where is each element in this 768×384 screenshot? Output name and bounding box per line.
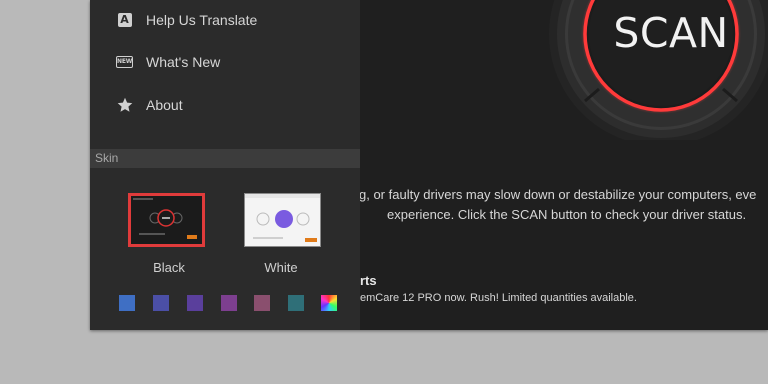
- star-icon: [116, 97, 133, 114]
- skin-color-swatch-teal[interactable]: [288, 295, 304, 311]
- driver-warning-text-line2: experience. Click the SCAN button to che…: [387, 207, 747, 222]
- scan-button[interactable]: SCAN: [571, 9, 768, 57]
- scan-button-area: SCAN: [360, 0, 768, 330]
- translate-icon: A: [116, 12, 133, 29]
- menu-item-label: What's New: [146, 54, 221, 70]
- driver-warning-text-line1: g, or faulty drivers may slow down or de…: [360, 187, 757, 202]
- promo-title: rts: [360, 273, 377, 288]
- skin-color-swatch-custom[interactable]: [321, 295, 337, 311]
- skin-black-label: Black: [153, 260, 185, 275]
- skin-color-swatch-indigo[interactable]: [153, 295, 169, 311]
- new-badge-icon: NEW: [116, 54, 133, 71]
- skin-color-swatch-violet[interactable]: [221, 295, 237, 311]
- main-panel: SCAN g, or faulty drivers may slow down …: [360, 0, 768, 330]
- skin-white-preview: [245, 194, 320, 246]
- skin-color-swatch-purple[interactable]: [187, 295, 203, 311]
- promo-text[interactable]: emCare 12 PRO now. Rush! Limited quantit…: [360, 292, 637, 304]
- menu-item-label: About: [146, 97, 183, 113]
- skin-white-label: White: [264, 260, 298, 275]
- skin-color-swatch-blue[interactable]: [119, 295, 135, 311]
- menu-item-about[interactable]: About: [90, 85, 360, 125]
- menu-item-label: Help Us Translate: [146, 12, 258, 28]
- skin-section-header: Skin: [90, 149, 360, 168]
- skin-white-thumbnail[interactable]: [244, 193, 321, 247]
- settings-sidebar: A Help Us Translate NEW What's New About…: [90, 0, 361, 330]
- app-window: A Help Us Translate NEW What's New About…: [90, 0, 768, 330]
- skin-black-thumbnail[interactable]: [128, 193, 205, 247]
- skin-color-swatch-mauve[interactable]: [254, 295, 270, 311]
- menu-item-whats-new[interactable]: NEW What's New: [90, 42, 360, 82]
- skin-black-preview: [131, 196, 202, 244]
- menu-item-help-translate[interactable]: A Help Us Translate: [90, 0, 360, 40]
